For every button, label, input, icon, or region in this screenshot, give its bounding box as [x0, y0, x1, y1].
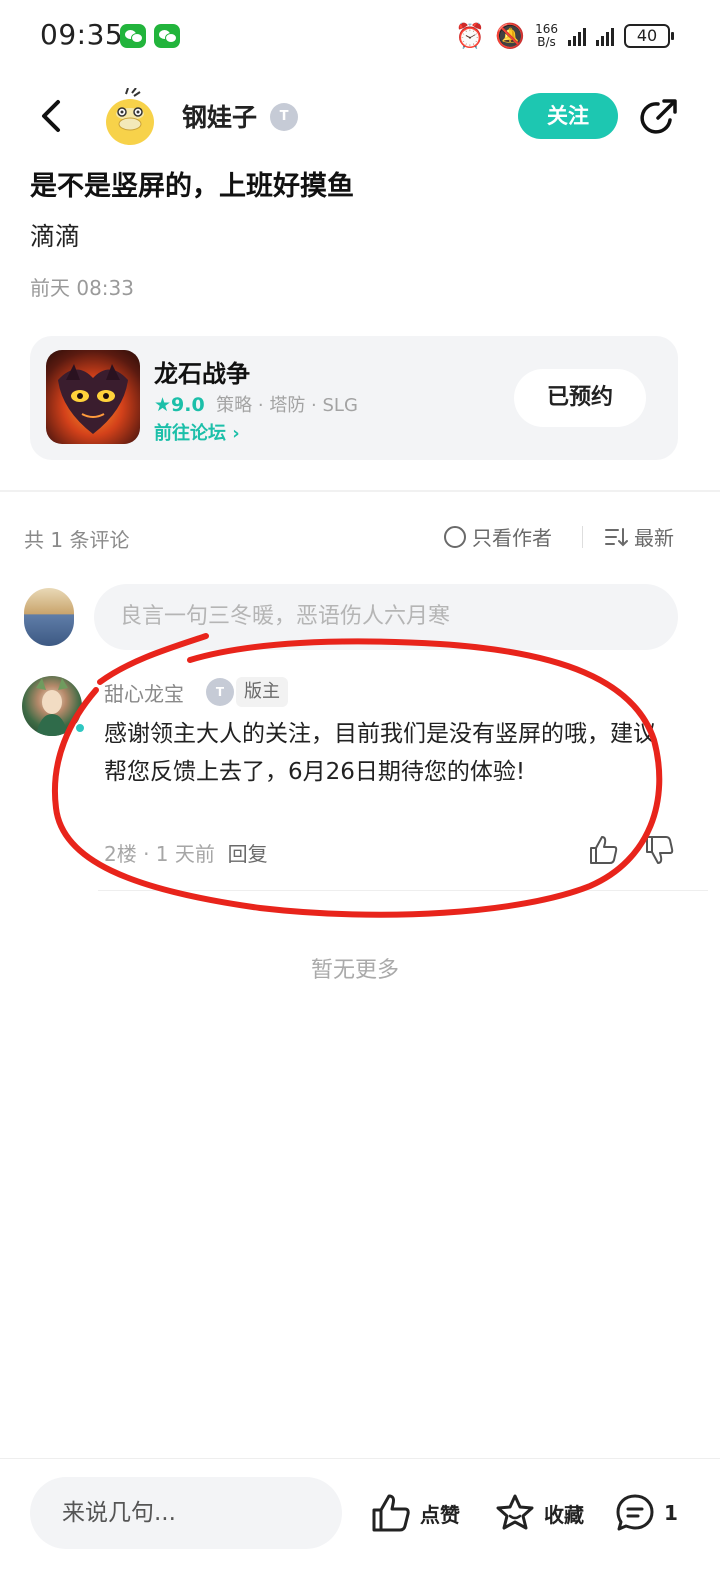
level-badge: T	[206, 678, 234, 706]
chevron-left-icon	[42, 100, 60, 132]
sort-icon	[605, 527, 628, 546]
author-name[interactable]: 钢娃子	[182, 98, 257, 134]
game-name[interactable]: 龙石战争	[154, 354, 250, 389]
comment-divider	[98, 890, 708, 891]
like-button[interactable]: 点赞	[370, 1490, 460, 1536]
comment-input[interactable]: 良言一句三冬暖，恶语伤人六月寒	[94, 584, 678, 650]
forum-link[interactable]: 前往论坛 ›	[154, 419, 240, 445]
sort-button[interactable]: 最新	[604, 522, 674, 551]
bottom-comment-input[interactable]: 来说几句...	[30, 1477, 342, 1549]
star-icon	[496, 1494, 534, 1530]
favorite-label: 收藏	[544, 1502, 584, 1527]
game-score: ★9.0	[154, 394, 205, 416]
online-status-dot	[74, 722, 86, 734]
dragon-icon	[58, 364, 128, 434]
comment-count-badge: 1	[664, 1501, 678, 1525]
game-icon	[46, 350, 140, 444]
game-meta: ★9.0 策略 · 塔防 · SLG	[154, 391, 358, 417]
duck-avatar-icon	[106, 87, 154, 145]
commenter-avatar[interactable]	[22, 676, 82, 736]
like-label: 点赞	[420, 1502, 460, 1527]
comment-floor-time: 2楼 · 1 天前	[104, 842, 215, 866]
game-tags: 策略 · 塔防 · SLG	[216, 395, 358, 416]
back-button[interactable]	[34, 96, 70, 136]
red-annotation-circle	[52, 633, 663, 918]
comments-button[interactable]: 1	[614, 1490, 678, 1536]
thumbs-up-icon	[372, 1494, 410, 1532]
alarm-icon: ⏰	[455, 22, 486, 50]
signal-icon	[568, 26, 586, 46]
level-badge: T	[270, 103, 298, 131]
post-body: 滴滴	[30, 222, 81, 251]
author-avatar[interactable]	[104, 87, 156, 146]
mute-bell-icon: 🔕	[495, 22, 526, 50]
no-more-label: 暂无更多	[310, 958, 399, 983]
status-bar: 09:35 ⏰ 🔕 166 B/s 40	[0, 0, 720, 72]
wechat-icon	[120, 24, 146, 48]
sort-label: 最新	[634, 526, 674, 550]
reserved-button[interactable]: 已预约	[514, 369, 646, 427]
share-button[interactable]	[638, 96, 680, 138]
comment-like-button[interactable]	[588, 834, 620, 866]
character-avatar-icon	[36, 678, 68, 736]
thumbs-down-icon	[646, 836, 674, 864]
section-divider	[0, 490, 720, 492]
share-icon	[640, 99, 677, 134]
only-author-label: 只看作者	[472, 526, 552, 550]
moderator-tag: 版主	[236, 677, 288, 707]
comment-dislike-button[interactable]	[644, 834, 676, 866]
post-title: 是不是竖屏的，上班好摸鱼	[30, 171, 354, 202]
comment-text: 感谢领主大人的关注，目前我们是没有竖屏的哦，建议帮您反馈上去了，6月26日期待您…	[104, 721, 656, 785]
status-time: 09:35	[40, 18, 124, 51]
signal-icon	[596, 26, 614, 46]
follow-button[interactable]: 关注	[518, 93, 618, 139]
comment-meta: 2楼 · 1 天前 回复	[104, 838, 268, 867]
my-avatar	[24, 588, 74, 646]
commenter-name[interactable]: 甜心龙宝	[104, 678, 184, 707]
post-timestamp: 前天 08:33	[30, 276, 134, 300]
toolbar-divider	[582, 526, 583, 548]
reply-button[interactable]: 回复	[228, 842, 268, 866]
net-speed: 166 B/s	[535, 22, 558, 49]
comment-bubble-icon	[616, 1494, 654, 1531]
thumbs-up-icon	[590, 836, 618, 864]
only-author-toggle[interactable]: 只看作者	[444, 522, 552, 551]
battery-icon: 40	[624, 24, 674, 48]
radio-circle-icon	[444, 525, 466, 548]
wechat-icon	[154, 24, 180, 48]
bottom-divider	[0, 1458, 720, 1459]
favorite-button[interactable]: 收藏	[494, 1490, 584, 1536]
game-card[interactable]: 龙石战争 ★9.0 策略 · 塔防 · SLG 前往论坛 › 已预约	[30, 336, 678, 460]
comment-count: 共 1 条评论	[24, 528, 130, 552]
